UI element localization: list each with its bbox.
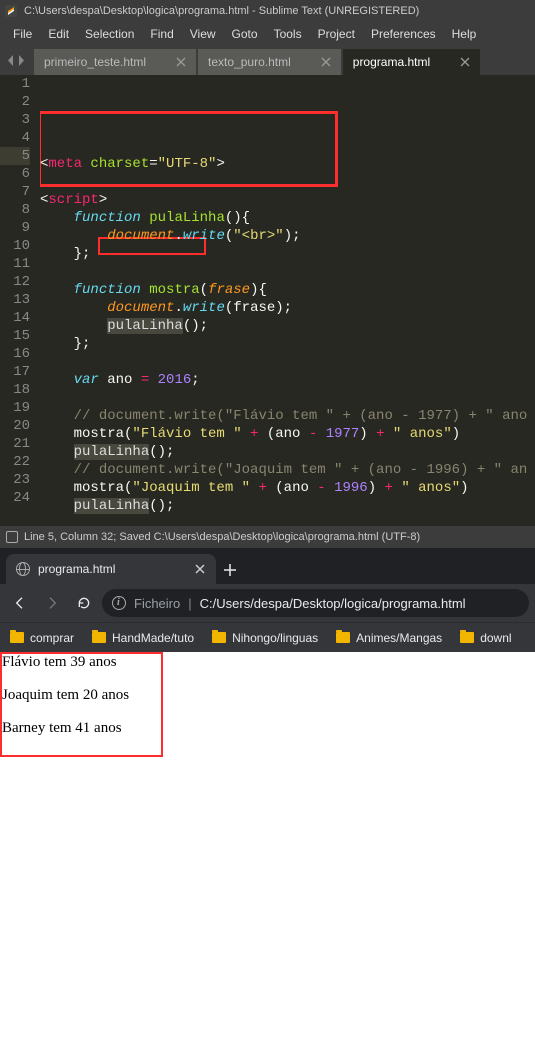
address-bar[interactable]: Ficheiro | C:/Users/despa/Desktop/logica… [102,589,529,617]
bookmark-folder[interactable]: Animes/Mangas [336,631,442,645]
status-text: Line 5, Column 32; Saved C:\Users\despa\… [24,531,420,543]
site-info-icon[interactable] [112,596,126,610]
reload-button[interactable] [70,589,98,617]
close-icon[interactable] [321,57,331,67]
close-icon[interactable] [194,563,206,575]
tab-bar: primeiro_teste.html texto_puro.html prog… [0,45,535,75]
tab-label: primeiro_teste.html [44,55,146,69]
menu-item-edit[interactable]: Edit [41,24,76,44]
browser-toolbar: Ficheiro | C:/Users/despa/Desktop/logica… [0,584,535,622]
menu-bar: File Edit Selection Find View Goto Tools… [0,22,535,45]
tab-label: texto_puro.html [208,55,291,69]
bookmark-label: Nihongo/linguas [232,631,318,645]
omnibox-separator: | [188,596,191,611]
bookmark-label: HandMade/tuto [112,631,194,645]
editor-tab-active[interactable]: programa.html [343,49,480,75]
folder-icon [92,632,106,643]
menu-item-preferences[interactable]: Preferences [364,24,443,44]
menu-item-view[interactable]: View [183,24,223,44]
close-icon[interactable] [460,57,470,67]
new-tab-button[interactable] [216,556,244,584]
menu-item-find[interactable]: Find [143,24,180,44]
window-title-text: C:\Users\despa\Desktop\logica\programa.h… [24,5,419,17]
bookmark-label: downl [480,631,511,645]
folder-icon [10,632,24,643]
tab-label: programa.html [353,55,430,69]
bookmark-folder[interactable]: comprar [10,631,74,645]
bookmark-label: Animes/Mangas [356,631,442,645]
folder-icon [460,632,474,643]
sublime-logo-icon [4,4,18,18]
page-content: Flávio tem 39 anos Joaquim tem 20 anos B… [0,652,535,1038]
menu-item-tools[interactable]: Tools [267,24,309,44]
annotation-box [0,652,163,757]
bookmarks-bar: comprar HandMade/tuto Nihongo/linguas An… [0,622,535,652]
globe-icon [16,562,30,576]
folder-icon [212,632,226,643]
window-title-bar: C:\Users\despa\Desktop\logica\programa.h… [0,0,535,22]
code-area[interactable]: <meta charset="UTF-8"><script> function … [40,75,535,526]
browser-tab-title: programa.html [38,562,115,576]
bookmark-label: comprar [30,631,74,645]
forward-button [38,589,66,617]
close-icon[interactable] [176,57,186,67]
tab-history-forward-icon[interactable] [17,54,26,69]
browser-tab-active[interactable]: programa.html [6,554,216,584]
back-button[interactable] [6,589,34,617]
folder-icon [336,632,350,643]
panel-toggle-icon[interactable] [6,531,18,543]
editor-tab[interactable]: primeiro_teste.html [34,49,196,75]
editor-tab[interactable]: texto_puro.html [198,49,341,75]
omnibox-scheme-label: Ficheiro [134,596,180,611]
omnibox-url: C:/Users/despa/Desktop/logica/programa.h… [200,596,466,611]
menu-item-file[interactable]: File [6,24,39,44]
menu-item-help[interactable]: Help [445,24,484,44]
line-number-gutter: 123456789101112131415161718192021222324 [0,75,40,526]
browser-tab-strip: programa.html [0,548,535,584]
menu-item-selection[interactable]: Selection [78,24,141,44]
bookmark-folder[interactable]: downl [460,631,511,645]
menu-item-project[interactable]: Project [311,24,362,44]
bookmark-folder[interactable]: HandMade/tuto [92,631,194,645]
tab-history-back-icon[interactable] [6,54,15,69]
status-bar: Line 5, Column 32; Saved C:\Users\despa\… [0,526,535,548]
code-editor[interactable]: 123456789101112131415161718192021222324 … [0,75,535,526]
menu-item-goto[interactable]: Goto [225,24,265,44]
bookmark-folder[interactable]: Nihongo/linguas [212,631,318,645]
